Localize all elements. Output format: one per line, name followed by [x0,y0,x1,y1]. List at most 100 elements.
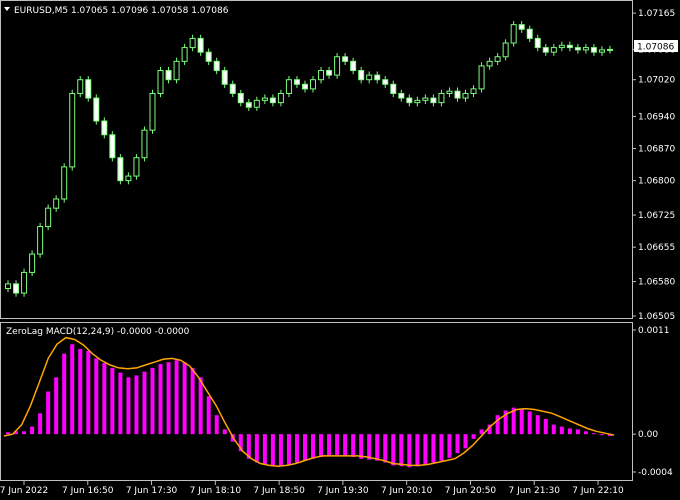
price-tick-label: 1.06870 [638,145,675,155]
candle-body [301,83,308,90]
candle-body [109,134,116,159]
candle-body [350,60,357,72]
histogram-bar [78,348,83,435]
histogram-bar [383,434,388,463]
candle-body [269,97,276,104]
candle-body [149,92,156,131]
histogram-bar [351,434,356,457]
candle-body [181,47,188,62]
histogram-bar [463,434,468,449]
candle-body [542,47,549,53]
histogram-bar [551,424,556,435]
candle-body [558,44,565,49]
candle-body [390,83,397,94]
time-tick-label: 7 Jun 18:50 [253,486,305,496]
time-tick-label: 7 Jun 16:50 [62,486,114,496]
candle-body [173,60,180,81]
candle-body [165,70,172,81]
candle-body [462,92,469,99]
price-tick-label: 1.06580 [638,278,675,288]
candle-body [245,102,252,108]
candle-body [574,47,581,51]
candle-body [285,79,292,94]
price-tick-label: 1.06505 [638,312,675,322]
histogram-bar [126,377,131,435]
candle-body [189,37,196,49]
histogram-bar [375,434,380,461]
histogram-bar [62,353,67,435]
histogram-bar [439,434,444,461]
candle-body [85,79,92,99]
candle-body [494,56,501,62]
symbol-dropdown-icon[interactable] [4,7,10,11]
candle-body [566,44,573,49]
candle-body [598,49,605,53]
candle-body [526,28,533,39]
trading-chart[interactable]: EURUSD,M5 1.07065 1.07096 1.07058 1.0708… [0,0,680,500]
price-tick-label: 1.06940 [638,112,675,122]
candle-body [197,37,204,53]
histogram-bar [102,363,107,435]
histogram-bar [54,377,59,435]
candle-body [606,48,613,51]
histogram-bar [174,360,179,435]
histogram-bar [94,358,99,435]
candle-body [253,99,260,108]
indicator-tick-label: -0.0004 [638,468,673,478]
candle-body [334,56,341,76]
candle-body [21,271,28,294]
histogram-bar [591,433,596,435]
histogram-bar [319,434,324,457]
histogram-bar [455,434,460,454]
main-price-axis: 1.07165 1.07086 1.07020 1.06940 1.06870 1.068… [632,9,675,322]
candle-body [157,70,164,94]
candle-body [518,24,525,30]
histogram-bar [222,429,227,435]
histogram-bar [46,391,51,435]
histogram-bar [286,434,291,465]
candle-body [117,157,124,182]
candle-body [398,92,405,99]
candle-body [61,166,68,200]
histogram-bar [343,434,348,456]
candle-body [125,175,132,182]
indicator-tick-label: 0.00 [638,430,658,440]
histogram-bar [38,413,43,435]
candle-body [478,65,485,90]
histogram-bar [30,426,35,435]
time-tick-label: 7 Jun 20:50 [445,486,497,496]
histogram-bar [407,434,412,468]
candle-body [229,83,236,94]
histogram-bar [166,362,171,435]
histogram-bar [118,372,123,435]
time-axis: 7 Jun 2022 7 Jun 16:50 7 Jun 17:30 7 Jun 18… [0,481,624,496]
candle-body [550,47,557,53]
candle-body [213,60,220,72]
histogram-bar [262,434,267,465]
price-tick-label: 1.06800 [638,177,675,187]
histogram-bar [214,415,219,435]
histogram-bar [302,434,307,461]
histogram-bar [198,377,203,435]
candle-body [101,120,108,136]
histogram-bar [278,434,283,467]
histogram-bar [399,434,404,467]
histogram-bar [575,429,580,435]
indicator-panel-title: ZeroLag MACD(12,24,9) -0.0000 -0.0000 [6,327,190,337]
candle-body [406,97,413,104]
histogram-bar [559,426,564,435]
indicator-axis: 0.0011 0.00 -0.0004 [632,326,673,478]
histogram-bar [359,434,364,459]
histogram-bar [182,362,187,435]
histogram-bar [311,434,316,459]
histogram-bar [495,415,500,435]
candle-body [29,253,36,273]
histogram-bar [447,434,452,458]
time-tick-label: 7 Jun 17:30 [126,486,178,496]
histogram-bar [150,367,155,435]
histogram-bar [535,415,540,435]
histogram-bar [599,434,604,436]
histogram-bar [367,434,372,460]
histogram-bar [294,434,299,463]
histogram-bar [423,434,428,465]
